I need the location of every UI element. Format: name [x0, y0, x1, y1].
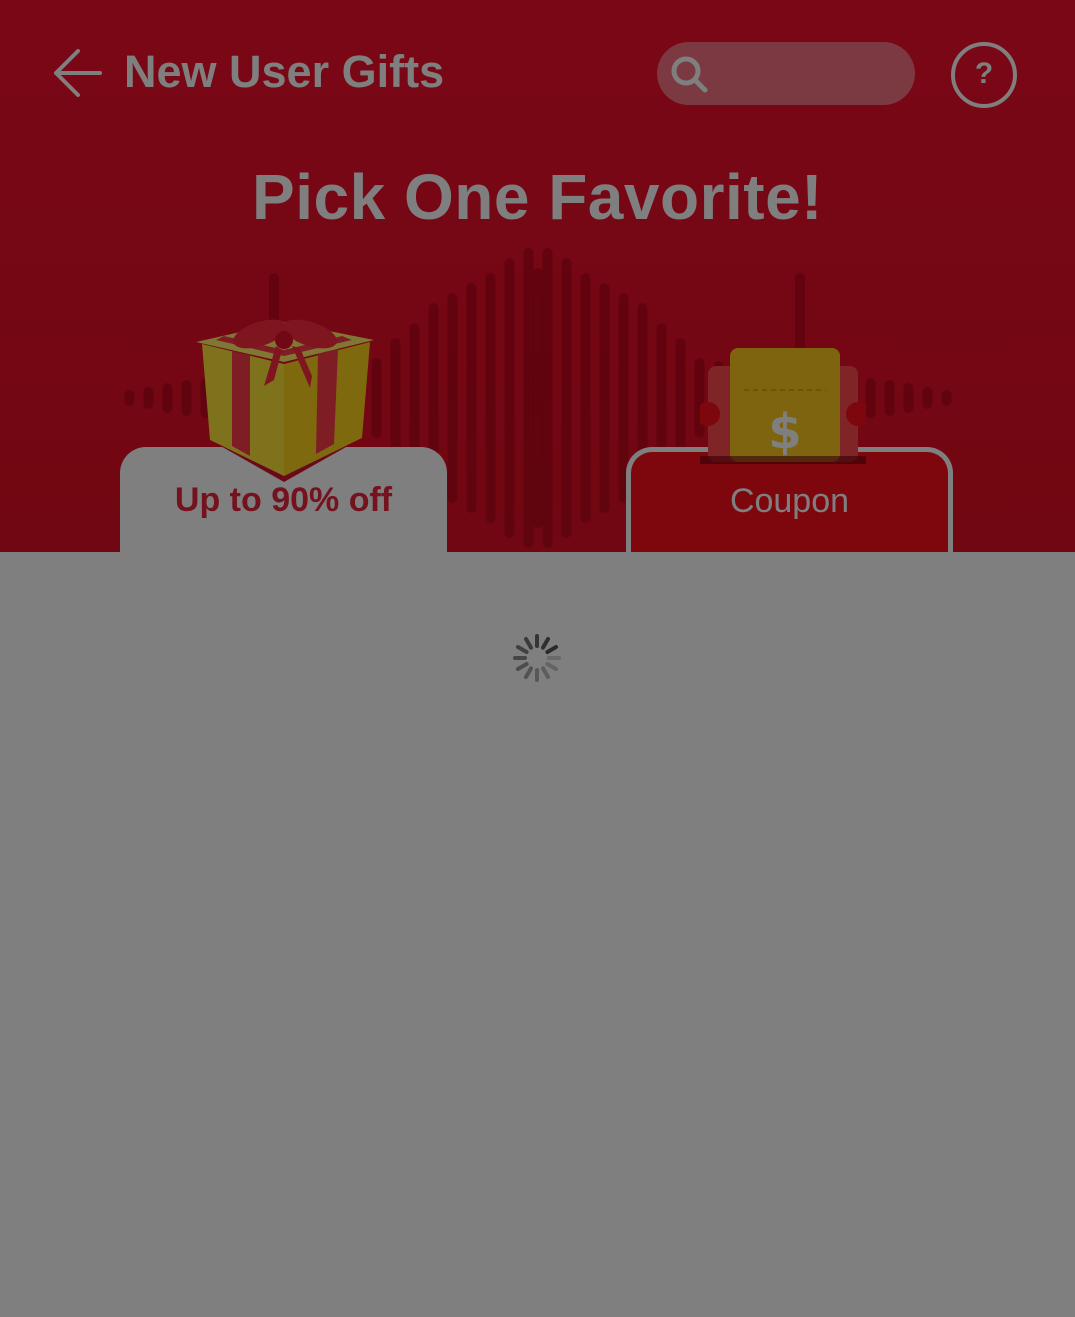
wave-bar — [903, 383, 914, 413]
wave-bar — [865, 378, 876, 418]
spinner-tick — [541, 636, 550, 650]
tab-label: Coupon — [729, 482, 850, 520]
wave-bar — [124, 390, 135, 406]
wave-bar — [466, 283, 477, 513]
hero-headline: Pick One Favorite! — [252, 161, 823, 233]
wave-bar — [485, 273, 496, 523]
spinner-tick — [524, 666, 533, 680]
loading-spinner-icon — [513, 634, 561, 682]
wave-bar — [162, 383, 173, 413]
spinner-tick — [541, 666, 550, 680]
wave-bar — [447, 293, 458, 503]
spinner-tick — [545, 662, 559, 671]
wave-bar — [599, 283, 610, 513]
wave-bar — [390, 338, 401, 458]
spinner-tick — [545, 645, 559, 654]
wave-bar — [143, 387, 154, 409]
search-icon — [671, 56, 708, 93]
new-user-gifts-screen: New User Gifts ? Pick One Favorite! Up t… — [0, 0, 1075, 1317]
wave-bar — [504, 258, 515, 538]
wave-bar — [523, 248, 534, 548]
arrow-left-icon — [54, 49, 102, 97]
tab-label: Up to 90% off — [174, 481, 393, 519]
wave-bar — [941, 390, 952, 406]
spinner-tick — [524, 636, 533, 650]
coupon-ticket-icon: $ — [700, 348, 866, 464]
wave-bar — [181, 380, 192, 416]
wave-bar — [675, 338, 686, 458]
hero-banner: New User Gifts ? Pick One Favorite! Up t… — [0, 0, 1075, 552]
search-input[interactable] — [657, 42, 915, 105]
help-button[interactable]: ? — [951, 42, 1017, 108]
wave-bar — [580, 273, 591, 523]
gift-box-icon — [196, 319, 374, 482]
wave-bar — [533, 268, 543, 528]
wave-bar — [922, 387, 933, 409]
wave-bar — [884, 380, 895, 416]
page-title: New User Gifts — [124, 46, 445, 97]
spinner-tick — [515, 662, 529, 671]
wave-bar — [542, 248, 553, 548]
svg-text:$: $ — [768, 404, 801, 460]
wave-bar — [561, 258, 572, 538]
spinner-tick — [515, 645, 529, 654]
back-button[interactable] — [48, 44, 106, 102]
